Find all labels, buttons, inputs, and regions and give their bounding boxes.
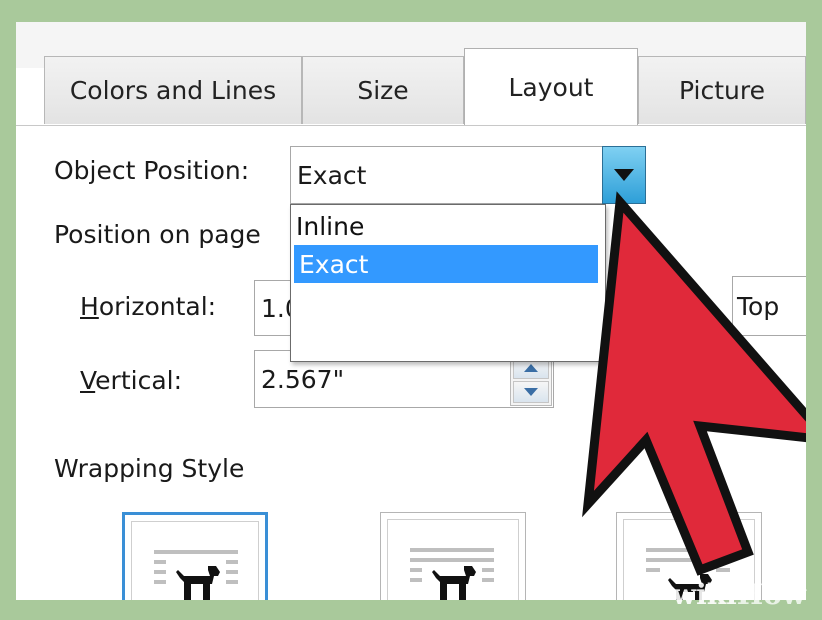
watermark-wiki: wiki <box>672 578 737 611</box>
watermark-how: How <box>736 578 807 611</box>
format-picture-dialog: Colors and Lines Size Layout Picture Obj… <box>16 22 806 600</box>
wikihow-watermark: wikiHow <box>672 578 806 611</box>
arrow-cursor-icon <box>582 191 806 576</box>
